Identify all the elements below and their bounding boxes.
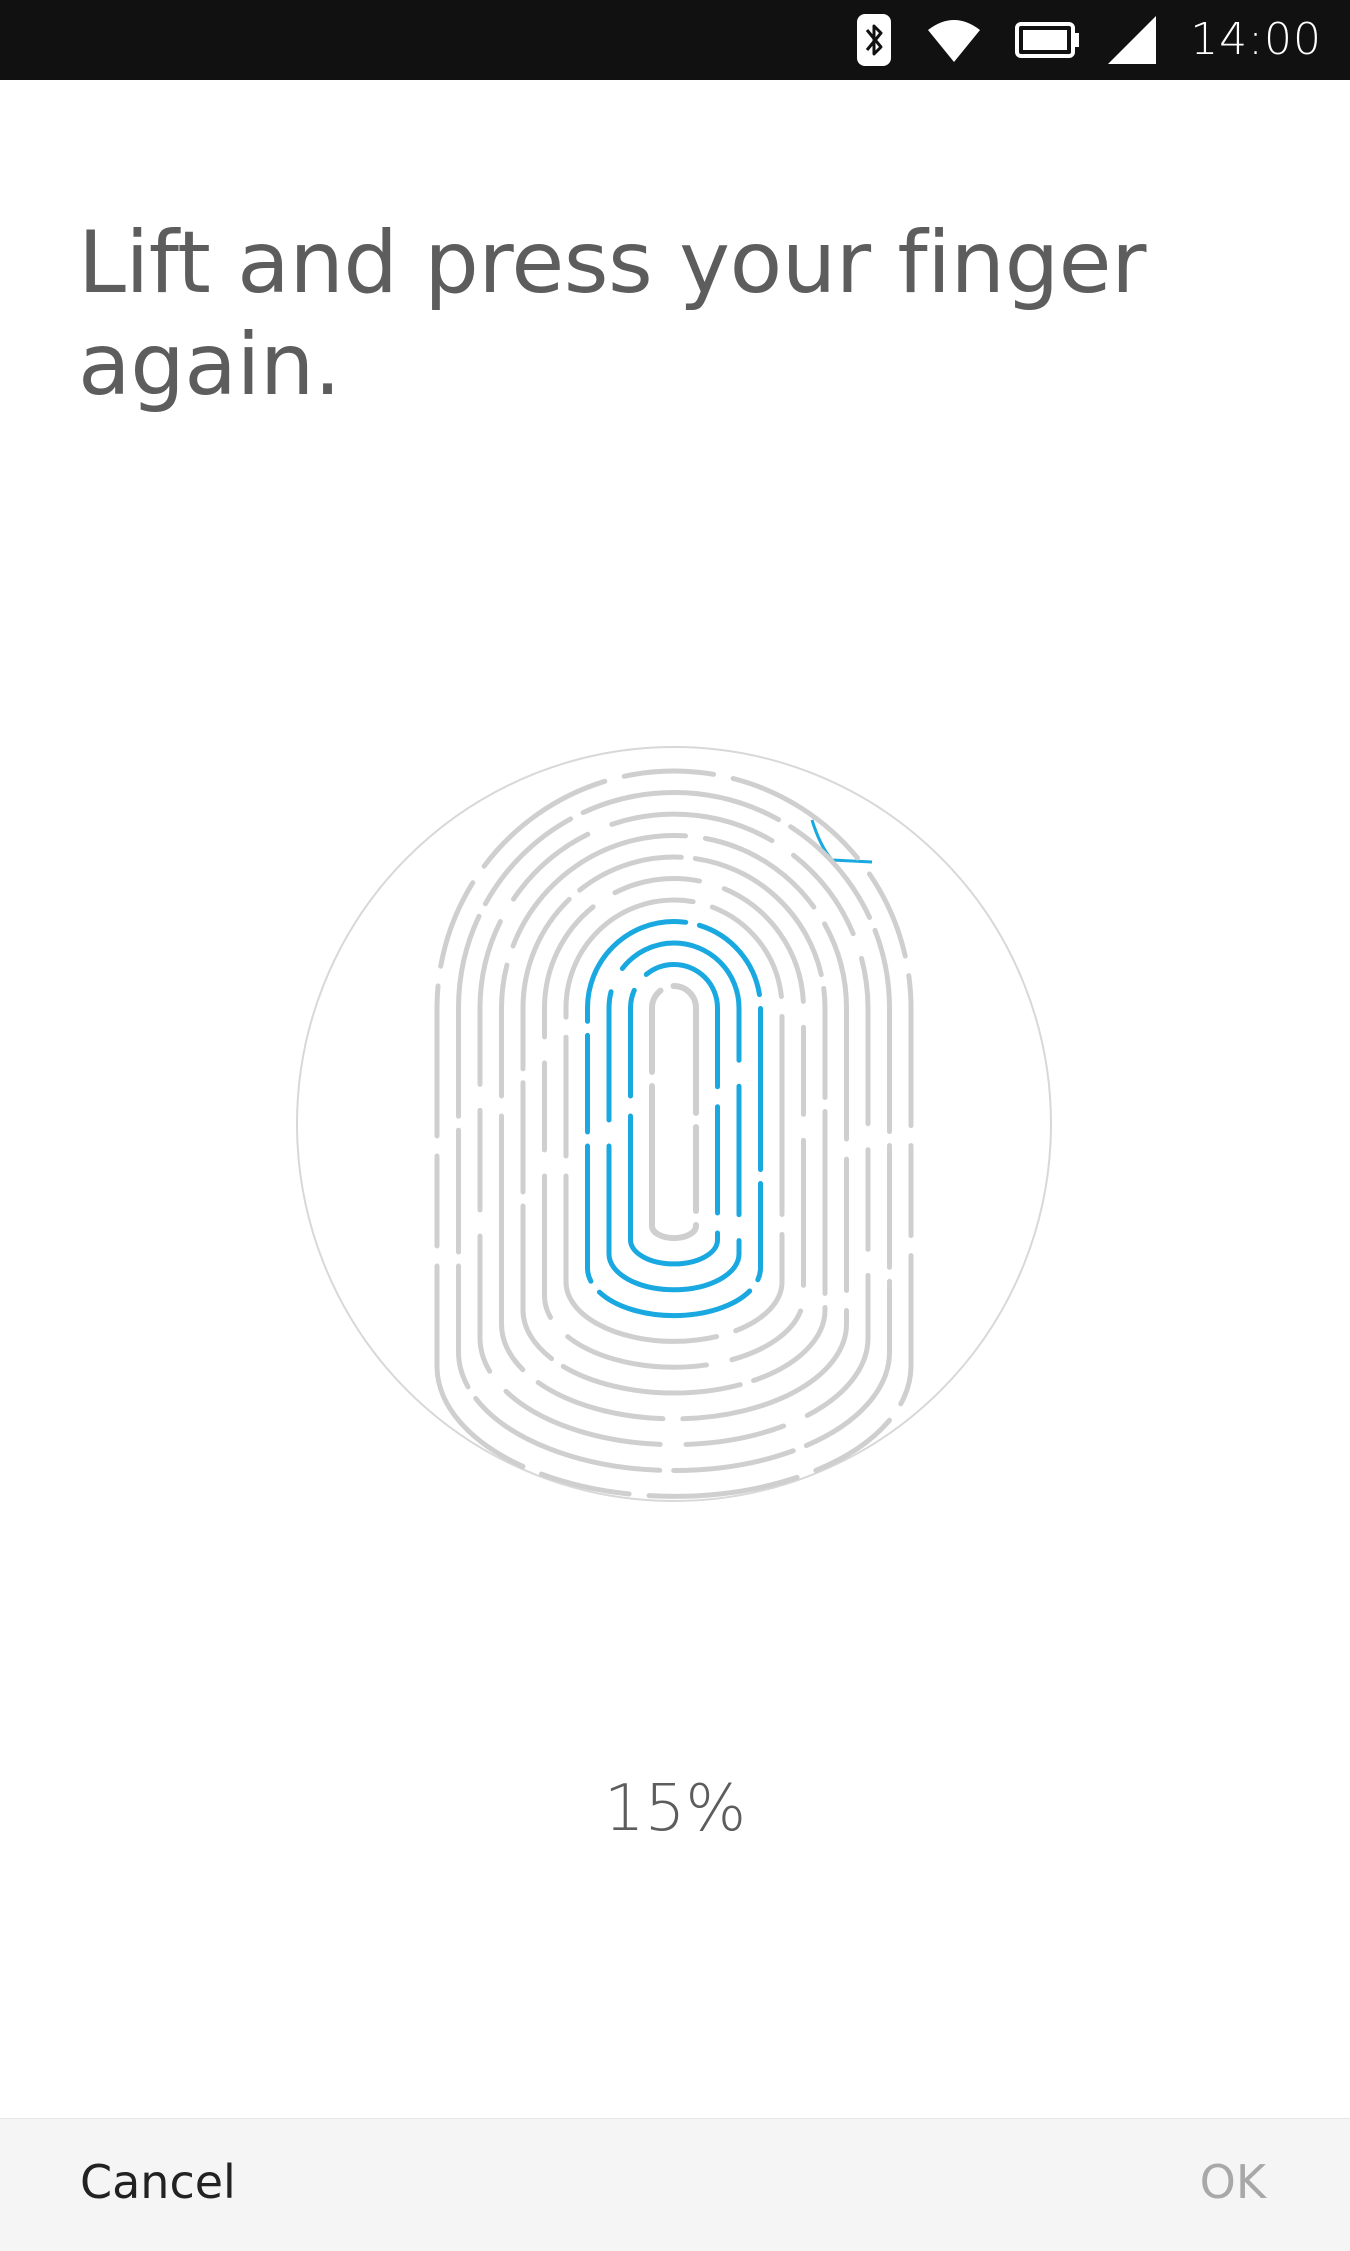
progress-circle xyxy=(296,746,1052,1502)
fingerprint-icon xyxy=(434,768,914,1499)
cancel-button[interactable]: Cancel xyxy=(80,2155,236,2209)
page-title: Lift and press your finger again. xyxy=(78,213,1146,415)
signal-icon xyxy=(1106,12,1158,72)
fingerprint-ridge xyxy=(649,983,699,1242)
status-bar: 14:00 xyxy=(0,0,1350,80)
fingerprint-progress xyxy=(296,746,1052,1502)
wifi-icon xyxy=(926,12,982,72)
fingerprint-graphic xyxy=(296,746,1052,1502)
bluetooth-icon xyxy=(856,12,892,72)
fingerprint-ridge xyxy=(628,962,720,1267)
ok-button[interactable]: OK xyxy=(1200,2155,1266,2209)
progress-percentage: 15% xyxy=(603,1772,747,1846)
clock: 14:00 xyxy=(1190,14,1322,65)
battery-icon xyxy=(1014,12,1082,72)
bottom-action-bar: Cancel OK xyxy=(0,2118,1350,2251)
